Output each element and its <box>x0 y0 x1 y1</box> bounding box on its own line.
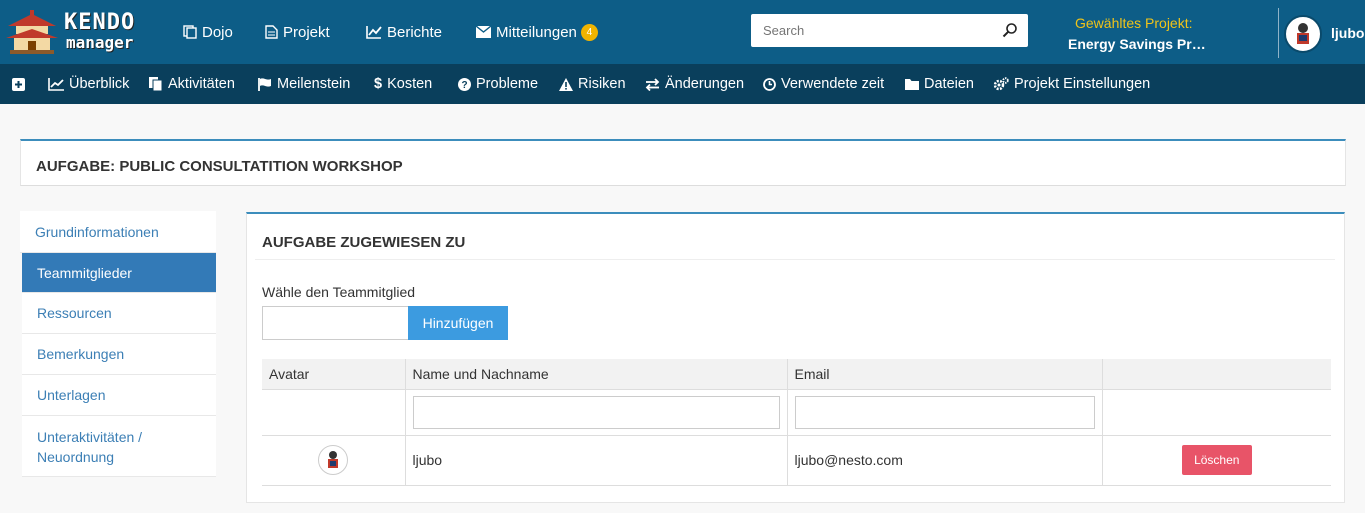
filter-cell-avatar <box>262 389 406 436</box>
subnav-probleme-label: Probleme <box>476 76 539 92</box>
cogs-icon <box>993 77 1009 91</box>
filter-cell-name <box>405 389 788 436</box>
area-chart-icon <box>48 77 64 91</box>
table-header-row: Avatar Name und Nachname Email <box>262 359 1331 390</box>
email-filter-input[interactable] <box>794 395 1095 429</box>
header-divider <box>1278 8 1279 58</box>
column-header-actions <box>1102 359 1331 390</box>
subnav-kosten-label: Kosten <box>387 76 433 92</box>
choose-member-label: Wähle den Teammitglied <box>262 284 416 300</box>
question-circle-icon: ? <box>458 77 471 91</box>
filter-row <box>262 389 1331 436</box>
column-header-avatar[interactable]: Avatar <box>262 359 406 390</box>
file-icon <box>265 25 278 39</box>
search-icon[interactable] <box>1002 22 1018 38</box>
subnav-add[interactable] <box>12 64 30 104</box>
team-members-table: Avatar Name und Nachname Email ljubo lju… <box>262 359 1331 486</box>
subnav-meilenstein-label: Meilenstein <box>277 76 351 92</box>
subnav-kosten[interactable]: $ Kosten <box>374 64 432 104</box>
folder-icon <box>905 79 919 90</box>
selected-project-name[interactable]: Energy Savings Pr… <box>1068 36 1206 52</box>
sidemenu-unterlagen[interactable]: Unterlagen <box>22 375 216 416</box>
subnav-projekt-einstellungen-label: Projekt Einstellungen <box>1014 76 1151 92</box>
logo-text-kendo: KENDO <box>64 10 136 35</box>
line-chart-icon <box>366 26 382 39</box>
plus-square-icon <box>12 77 25 91</box>
subnav-verwendete-zeit[interactable]: Verwendete zeit <box>763 64 884 104</box>
exchange-icon <box>645 77 660 91</box>
subnav-aktivitaeten-label: Aktivitäten <box>168 76 235 92</box>
task-side-menu: Grundinformationen Teammitglieder Ressou… <box>20 211 216 477</box>
sidemenu-unteraktivitaeten[interactable]: Unteraktivitäten / Neuordnung <box>22 416 216 477</box>
logo-text-manager: manager <box>66 33 134 52</box>
actions-cell: Löschen <box>1102 435 1331 486</box>
avatar <box>318 445 349 475</box>
sidemenu-ressourcen[interactable]: Ressourcen <box>22 293 216 334</box>
copy-icon <box>183 25 197 39</box>
dollar-icon: $ <box>374 76 383 92</box>
name-filter-input[interactable] <box>412 395 780 429</box>
kendo-manager-logo[interactable]: KENDO manager <box>4 6 154 58</box>
sidemenu-grundinformationen[interactable]: Grundinformationen <box>20 211 216 253</box>
files-icon <box>149 77 163 91</box>
panel-heading: AUFGABE ZUGEWIESEN ZU <box>262 234 466 251</box>
pagoda-logo-icon <box>6 10 58 54</box>
filter-cell-actions <box>1102 389 1331 436</box>
nav-mitteilungen[interactable]: Mitteilungen 4 <box>476 0 598 64</box>
flag-icon <box>258 77 271 91</box>
filter-cell-email <box>787 389 1103 436</box>
search-input[interactable] <box>751 14 996 47</box>
delete-button[interactable]: Löschen <box>1181 445 1252 475</box>
panel-divider <box>255 259 1335 260</box>
subnav-dateien-label: Dateien <box>924 76 974 92</box>
task-title-panel: AUFGABE: PUBLIC CONSULTATITION WORKSHOP <box>20 139 1346 186</box>
kendo-avatar-icon <box>1297 23 1309 44</box>
subnav-projekt-einstellungen[interactable]: Projekt Einstellungen <box>993 64 1150 104</box>
nav-mitteilungen-label: Mitteilungen <box>496 23 577 41</box>
page-title: AUFGABE: PUBLIC CONSULTATITION WORKSHOP <box>36 158 403 175</box>
subnav-verwendete-zeit-label: Verwendete zeit <box>781 76 885 92</box>
selected-project-label: Gewähltes Projekt: <box>1075 15 1193 31</box>
nav-projekt[interactable]: Projekt <box>265 0 330 64</box>
project-subnav: Überblick Aktivitäten Meilenstein $ Kost… <box>0 64 1365 104</box>
name-cell: ljubo <box>405 435 788 486</box>
warning-icon <box>559 77 573 91</box>
sidemenu-bemerkungen[interactable]: Bemerkungen <box>22 334 216 375</box>
subnav-risiken-label: Risiken <box>578 76 626 92</box>
subnav-aktivitaeten[interactable]: Aktivitäten <box>149 64 235 104</box>
subnav-dateien[interactable]: Dateien <box>905 64 974 104</box>
column-header-name[interactable]: Name und Nachname <box>405 359 788 390</box>
team-member-input[interactable] <box>262 306 409 340</box>
nav-projekt-label: Projekt <box>283 23 330 41</box>
subnav-ueberblick-label: Überblick <box>69 76 130 92</box>
notification-badge: 4 <box>580 23 598 41</box>
add-member-button[interactable]: Hinzufügen <box>408 306 508 340</box>
subnav-aenderungen[interactable]: Änderungen <box>645 64 744 104</box>
avatar-cell <box>262 435 406 486</box>
nav-dojo-label: Dojo <box>202 23 233 41</box>
email-cell: ljubo@nesto.com <box>787 435 1103 486</box>
user-avatar[interactable] <box>1284 15 1322 53</box>
subnav-meilenstein[interactable]: Meilenstein <box>258 64 350 104</box>
subnav-risiken[interactable]: Risiken <box>559 64 626 104</box>
top-navbar: KENDO manager Dojo Projekt Berichte Mitt… <box>0 0 1365 64</box>
subnav-ueberblick[interactable]: Überblick <box>48 64 129 104</box>
column-header-email[interactable]: Email <box>787 359 1103 390</box>
assigned-to-panel: AUFGABE ZUGEWIESEN ZU Wähle den Teammitg… <box>246 212 1345 503</box>
nav-berichte-label: Berichte <box>387 23 443 41</box>
subnav-aenderungen-label: Änderungen <box>665 76 745 92</box>
nav-dojo[interactable]: Dojo <box>183 0 233 64</box>
user-name[interactable]: ljubo <box>1331 25 1364 41</box>
table-row: ljubo ljubo@nesto.com Löschen <box>262 435 1331 486</box>
kendo-avatar-icon <box>328 451 339 468</box>
search-box <box>751 14 1028 47</box>
nav-berichte[interactable]: Berichte <box>366 0 442 64</box>
clock-icon <box>763 77 776 91</box>
envelope-icon <box>476 26 491 38</box>
sidemenu-teammitglieder[interactable]: Teammitglieder <box>22 253 216 293</box>
svg-text:?: ? <box>461 80 467 91</box>
subnav-probleme[interactable]: ? Probleme <box>458 64 538 104</box>
